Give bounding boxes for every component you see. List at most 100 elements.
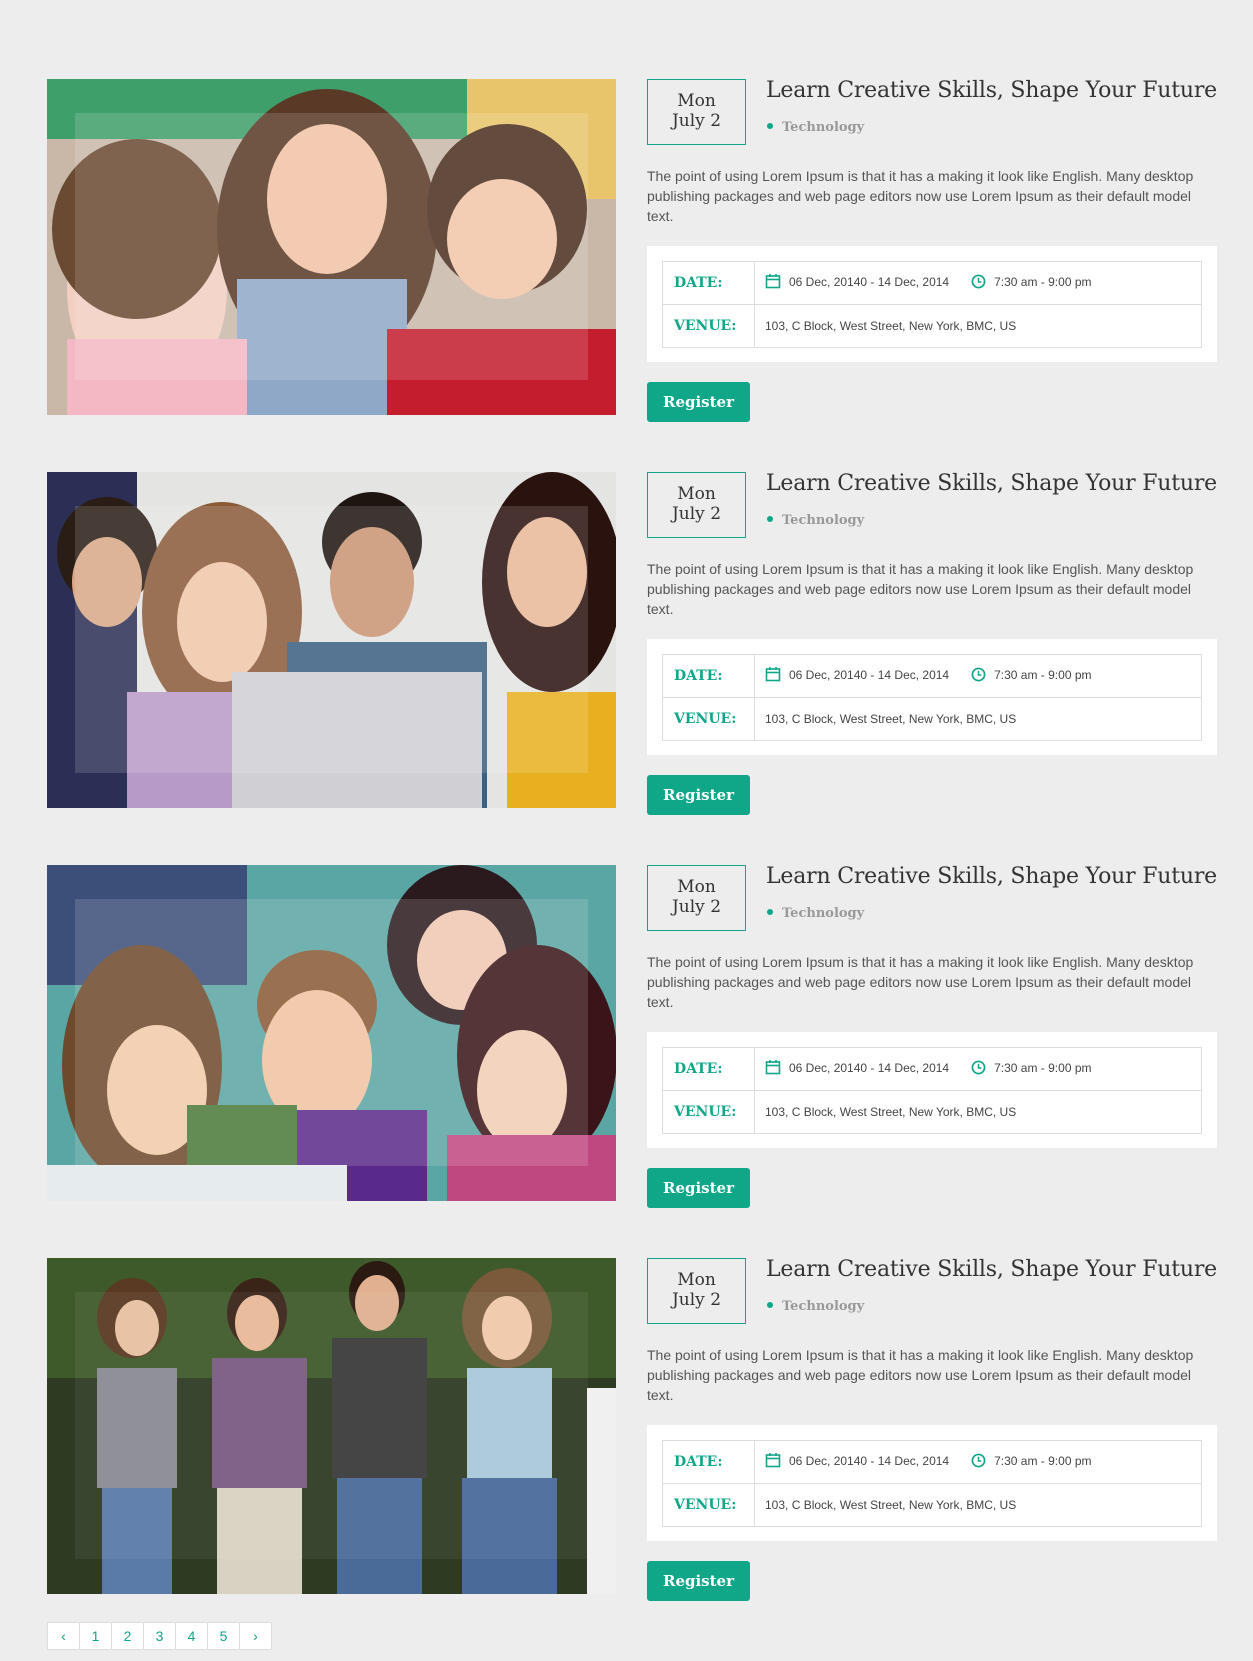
clock-icon [971,1060,986,1074]
event-weekday: Mon [677,1270,716,1290]
event-title[interactable]: Learn Creative Skills, Shape Your Future [766,472,1217,496]
date-label: DATE: [662,654,755,698]
date-range: 06 Dec, 20140 - 14 Dec, 2014 [789,1061,950,1076]
page-3-button[interactable]: 3 [143,1622,176,1650]
date-value: 06 Dec, 20140 - 14 Dec, 2014 7:30 am - 9:… [754,1047,1202,1091]
event-title[interactable]: Learn Creative Skills, Shape Your Future [766,1258,1217,1282]
date-range: 06 Dec, 20140 - 14 Dec, 2014 [789,1454,950,1469]
register-button[interactable]: Register [647,1168,750,1208]
image-overlay [75,899,588,1166]
event-weekday: Mon [677,877,716,897]
date-row: DATE: 06 Dec, 20140 - 14 Dec, 2014 7:30 a… [662,1440,1202,1484]
page-4-button[interactable]: 4 [175,1622,208,1650]
clock-icon [971,274,986,288]
event-info-panel: DATE: 06 Dec, 20140 - 14 Dec, 2014 7:30 a… [647,1032,1217,1148]
clock-icon [971,667,986,681]
page-1-button[interactable]: 1 [79,1622,112,1650]
event-info-table: DATE: 06 Dec, 20140 - 14 Dec, 2014 7:30 a… [662,261,1202,348]
pagination: ‹ 1 2 3 4 5 › [47,1622,272,1650]
event-category-label: Technology [782,513,865,528]
event-info-table: DATE: 06 Dec, 20140 - 14 Dec, 2014 7:30 a… [662,1047,1202,1134]
event-description: The point of using Lorem Ipsum is that i… [647,1347,1194,1403]
event-description: The point of using Lorem Ipsum is that i… [647,561,1194,617]
date-range: 06 Dec, 20140 - 14 Dec, 2014 [789,668,950,683]
event-category-label: Technology [782,1299,865,1314]
date-value: 06 Dec, 20140 - 14 Dec, 2014 7:30 am - 9:… [754,1440,1202,1484]
event-image-students-laptop[interactable] [47,472,616,808]
image-overlay [75,113,588,380]
date-label: DATE: [662,1047,755,1091]
event-category[interactable]: Technology [767,513,864,528]
date-value: 06 Dec, 20140 - 14 Dec, 2014 7:30 am - 9:… [754,654,1202,698]
venue-row: VENUE: 103, C Block, West Street, New Yo… [662,1483,1202,1527]
venue-label: VENUE: [662,1090,755,1134]
time-range: 7:30 am - 9:00 pm [994,1454,1092,1469]
time-range: 7:30 am - 9:00 pm [994,1061,1092,1076]
next-page-button[interactable]: › [239,1622,272,1650]
venue-row: VENUE: 103, C Block, West Street, New Yo… [662,1090,1202,1134]
date-value: 06 Dec, 20140 - 14 Dec, 2014 7:30 am - 9:… [754,261,1202,305]
calendar-icon [765,1060,781,1075]
venue-label: VENUE: [662,304,755,348]
register-button[interactable]: Register [647,1561,750,1601]
event-title[interactable]: Learn Creative Skills, Shape Your Future [766,865,1217,889]
date-row: DATE: 06 Dec, 20140 - 14 Dec, 2014 7:30 a… [662,654,1202,698]
event-weekday: Mon [677,484,716,504]
event-date-box: Mon July 2 [647,1258,746,1324]
event-day: July 2 [671,897,722,917]
prev-page-button[interactable]: ‹ [47,1622,80,1650]
event-card: Mon July 2 Learn Creative Skills, Shape … [47,472,1217,815]
event-category[interactable]: Technology [767,120,864,135]
event-category-label: Technology [782,906,865,921]
event-title[interactable]: Learn Creative Skills, Shape Your Future [766,79,1217,103]
event-image-teacher-children[interactable] [47,79,616,415]
event-date-box: Mon July 2 [647,472,746,538]
page-5-button[interactable]: 5 [207,1622,240,1650]
date-label: DATE: [662,261,755,305]
calendar-icon [765,667,781,682]
date-row: DATE: 06 Dec, 20140 - 14 Dec, 2014 7:30 a… [662,1047,1202,1091]
time-range: 7:30 am - 9:00 pm [994,668,1092,683]
event-category-label: Technology [782,120,865,135]
image-overlay [75,506,588,773]
page-2-button[interactable]: 2 [111,1622,144,1650]
event-description: The point of using Lorem Ipsum is that i… [647,168,1194,224]
venue-value: 103, C Block, West Street, New York, BMC… [754,1090,1202,1134]
venue-label: VENUE: [662,697,755,741]
calendar-icon [765,1453,781,1468]
bullet-icon [767,515,773,522]
event-day: July 2 [671,1290,722,1310]
event-info-panel: DATE: 06 Dec, 20140 - 14 Dec, 2014 7:30 a… [647,639,1217,755]
bullet-icon [767,1301,773,1308]
event-category[interactable]: Technology [767,906,864,921]
event-info-table: DATE: 06 Dec, 20140 - 14 Dec, 2014 7:30 a… [662,1440,1202,1527]
register-button[interactable]: Register [647,382,750,422]
event-day: July 2 [671,111,722,131]
venue-value: 103, C Block, West Street, New York, BMC… [754,1483,1202,1527]
event-date-box: Mon July 2 [647,79,746,145]
time-range: 7:30 am - 9:00 pm [994,275,1092,290]
register-button[interactable]: Register [647,775,750,815]
venue-value: 103, C Block, West Street, New York, BMC… [754,697,1202,741]
venue-label: VENUE: [662,1483,755,1527]
event-category[interactable]: Technology [767,1299,864,1314]
event-weekday: Mon [677,91,716,111]
date-row: DATE: 06 Dec, 20140 - 14 Dec, 2014 7:30 a… [662,261,1202,305]
venue-value: 103, C Block, West Street, New York, BMC… [754,304,1202,348]
image-overlay [75,1292,588,1559]
event-date-box: Mon July 2 [647,865,746,931]
event-image-students-jumping[interactable] [47,1258,616,1594]
bullet-icon [767,908,773,915]
event-description: The point of using Lorem Ipsum is that i… [647,954,1194,1010]
clock-icon [971,1453,986,1467]
event-card: Mon July 2 Learn Creative Skills, Shape … [47,79,1217,422]
date-range: 06 Dec, 20140 - 14 Dec, 2014 [789,275,950,290]
bullet-icon [767,122,773,129]
calendar-icon [765,274,781,289]
event-info-table: DATE: 06 Dec, 20140 - 14 Dec, 2014 7:30 a… [662,654,1202,741]
event-image-group-computer[interactable] [47,865,616,1201]
date-label: DATE: [662,1440,755,1484]
event-card: Mon July 2 Learn Creative Skills, Shape … [47,865,1217,1208]
venue-row: VENUE: 103, C Block, West Street, New Yo… [662,304,1202,348]
event-day: July 2 [671,504,722,524]
